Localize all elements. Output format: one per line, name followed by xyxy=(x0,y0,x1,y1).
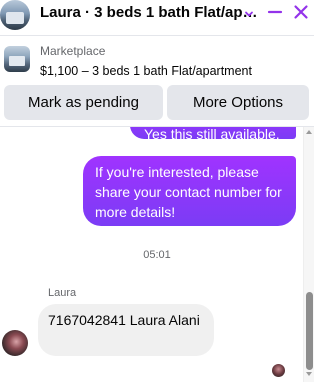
listing-source: Marketplace xyxy=(40,44,106,58)
minimize-button[interactable] xyxy=(264,0,286,24)
chat-header: Laura · 3 beds 1 bath Flat/apartment xyxy=(0,0,314,36)
outgoing-message-previous[interactable]: Yes this still available. xyxy=(130,127,296,139)
mark-as-pending-button[interactable]: Mark as pending xyxy=(4,85,163,120)
message-thread: Yes this still available. If you're inte… xyxy=(0,127,314,382)
header-divider xyxy=(0,35,314,36)
scroll-up-arrow-icon[interactable] xyxy=(306,130,312,134)
close-button[interactable] xyxy=(290,0,312,24)
outgoing-message[interactable]: If you're interested, please share your … xyxy=(83,156,296,226)
thread-scrollbar[interactable] xyxy=(303,127,314,382)
minimize-icon xyxy=(267,10,283,14)
sender-name: Laura xyxy=(48,287,77,299)
read-receipt-avatar xyxy=(272,364,285,377)
message-timestamp: 05:01 xyxy=(143,249,171,261)
close-icon xyxy=(294,5,308,19)
marketplace-listing[interactable]: Marketplace $1,100 – 3 beds 1 bath Flat/… xyxy=(0,40,314,82)
more-options-button[interactable]: More Options xyxy=(167,85,309,120)
chat-avatar[interactable] xyxy=(0,0,30,30)
chevron-down-icon[interactable] xyxy=(241,2,257,26)
incoming-message[interactable]: 7167042841 Laura Alani xyxy=(38,304,214,356)
scroll-down-arrow-icon[interactable] xyxy=(306,372,312,376)
scrollbar-thumb[interactable] xyxy=(306,292,313,370)
chat-title[interactable]: Laura · 3 beds 1 bath Flat/apartment xyxy=(40,3,258,23)
listing-thumbnail[interactable] xyxy=(4,46,30,72)
listing-description: $1,100 – 3 beds 1 bath Flat/apartment xyxy=(40,64,252,78)
contact-avatar[interactable] xyxy=(2,330,28,356)
